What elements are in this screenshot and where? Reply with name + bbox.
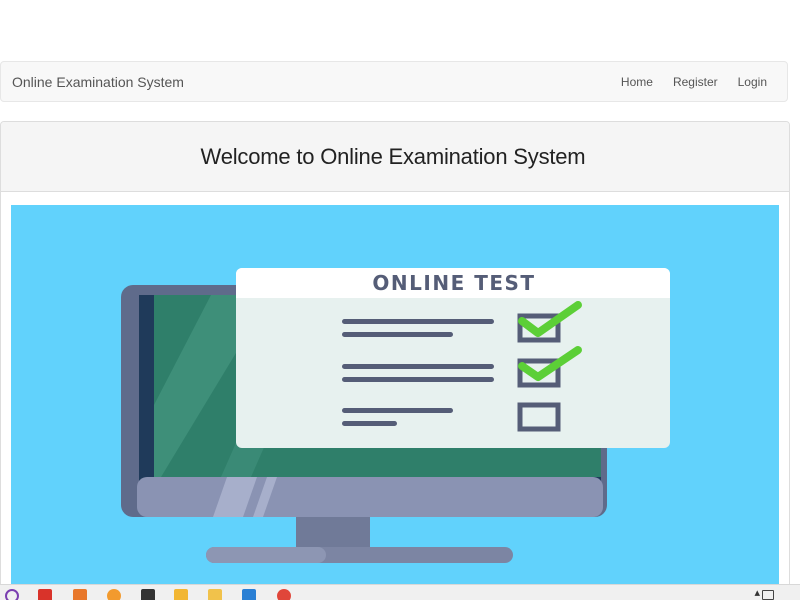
app-red-icon[interactable] xyxy=(38,589,52,600)
taskbar: ▴ xyxy=(0,584,800,600)
battery-icon xyxy=(762,590,774,600)
test-sheet: ONLINE TEST xyxy=(236,268,670,448)
tray-chevron-up-icon[interactable]: ▴ xyxy=(754,586,760,600)
panel-heading: Welcome to Online Examination System xyxy=(1,122,789,192)
brand-link[interactable]: Online Examination System xyxy=(12,74,184,90)
app-yellow-icon[interactable] xyxy=(174,589,188,600)
nav-links: Home Register Login xyxy=(611,62,787,103)
panel-title: Welcome to Online Examination System xyxy=(200,143,586,169)
vscode-icon[interactable] xyxy=(242,589,256,600)
sheet-title: ONLINE TEST xyxy=(372,271,535,295)
navbar: Online Examination System Home Register … xyxy=(0,61,788,102)
nav-register-link[interactable]: Register xyxy=(663,62,728,103)
welcome-panel: Welcome to Online Examination System ONL… xyxy=(0,121,790,600)
online-test-illustration: ONLINE TEST xyxy=(11,205,779,599)
chrome-icon[interactable] xyxy=(277,589,291,600)
cortana-icon[interactable] xyxy=(5,589,19,600)
folder-icon[interactable] xyxy=(208,589,222,600)
app-orange-icon[interactable] xyxy=(73,589,87,600)
nav-home-link[interactable]: Home xyxy=(611,62,663,103)
firefox-icon[interactable] xyxy=(107,589,121,600)
nav-login-link[interactable]: Login xyxy=(728,62,787,103)
app-dark-icon[interactable] xyxy=(141,589,155,600)
